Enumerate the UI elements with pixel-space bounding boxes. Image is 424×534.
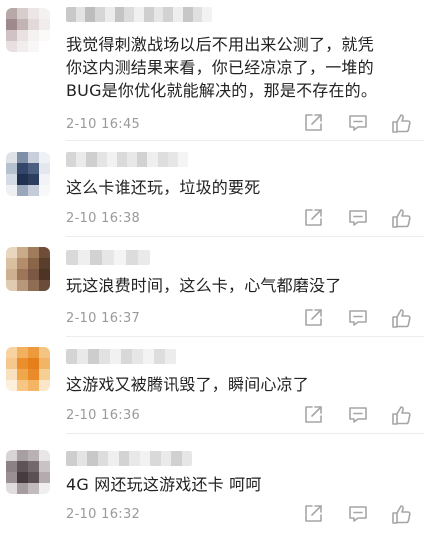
- comment-text-line: BUG是你优化就能解决的，那是不存在的。: [66, 81, 378, 100]
- comment-time: 2-10 16:36: [66, 408, 141, 423]
- username-blurred[interactable]: [66, 451, 192, 466]
- like-icon[interactable]: [390, 503, 412, 525]
- comment-text: 这么卡谁还玩，垃圾的要死: [66, 176, 418, 199]
- like-icon[interactable]: [390, 404, 412, 426]
- avatar[interactable]: [6, 8, 50, 52]
- share-icon[interactable]: [302, 503, 324, 525]
- divider: [66, 236, 424, 237]
- comment-icon[interactable]: [347, 112, 369, 134]
- comment-time: 2-10 16:37: [66, 311, 141, 326]
- comment-text-line: 你这内测结果来看，你已经凉凉了，一堆的: [66, 58, 374, 77]
- comment-text-line: 这游戏又被腾讯毁了，瞬间心凉了: [66, 375, 310, 394]
- avatar[interactable]: [6, 247, 50, 291]
- comment-text-line: 4G 网还玩这游戏还卡 呵呵: [66, 475, 262, 494]
- comment-text: 4G 网还玩这游戏还卡 呵呵: [66, 473, 418, 496]
- avatar[interactable]: [6, 347, 50, 391]
- avatar[interactable]: [6, 152, 50, 196]
- username-blurred[interactable]: [66, 250, 150, 265]
- username-blurred[interactable]: [66, 349, 176, 364]
- divider: [66, 336, 424, 337]
- share-icon[interactable]: [302, 112, 324, 134]
- like-icon[interactable]: [390, 112, 412, 134]
- comment-time: 2-10 16:45: [66, 117, 141, 132]
- username-blurred[interactable]: [66, 152, 188, 167]
- comment-text-line: 我觉得刺激战场以后不用出来公测了，就凭: [66, 35, 374, 54]
- comment-icon[interactable]: [347, 503, 369, 525]
- divider: [66, 433, 424, 434]
- comment-text-line: 这么卡谁还玩，垃圾的要死: [66, 178, 261, 197]
- comment-icon[interactable]: [347, 404, 369, 426]
- comment-time: 2-10 16:32: [66, 507, 141, 522]
- like-icon[interactable]: [390, 307, 412, 329]
- comment-icon[interactable]: [347, 207, 369, 229]
- share-icon[interactable]: [302, 207, 324, 229]
- username-blurred[interactable]: [66, 7, 212, 22]
- comment-text-line: 玩这浪费时间，这么卡，心气都磨没了: [66, 276, 342, 295]
- comment-text: 玩这浪费时间，这么卡，心气都磨没了: [66, 274, 418, 297]
- share-icon[interactable]: [302, 307, 324, 329]
- divider: [66, 140, 424, 141]
- avatar[interactable]: [6, 450, 50, 494]
- comment-text: 我觉得刺激战场以后不用出来公测了，就凭 你这内测结果来看，你已经凉凉了，一堆的 BU…: [66, 33, 418, 102]
- comment-icon[interactable]: [347, 307, 369, 329]
- comment-time: 2-10 16:38: [66, 211, 141, 226]
- like-icon[interactable]: [390, 207, 412, 229]
- comment-text: 这游戏又被腾讯毁了，瞬间心凉了: [66, 373, 418, 396]
- share-icon[interactable]: [302, 404, 324, 426]
